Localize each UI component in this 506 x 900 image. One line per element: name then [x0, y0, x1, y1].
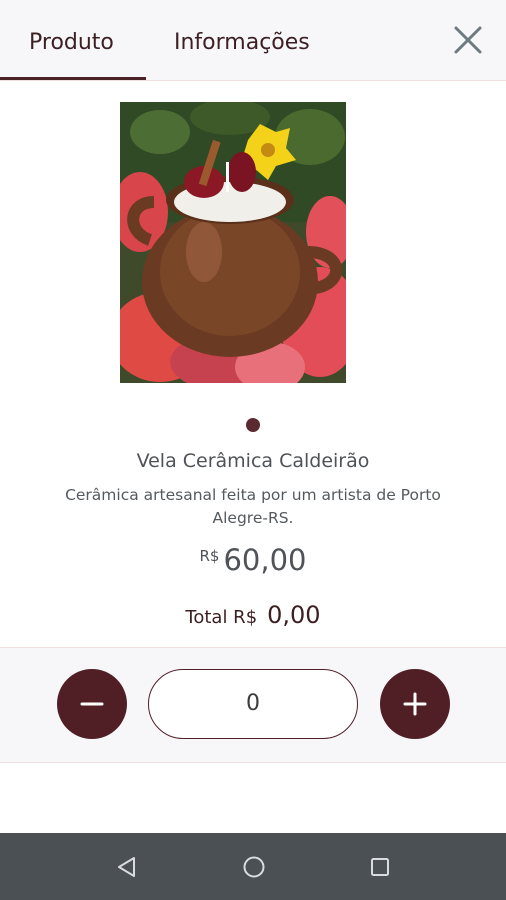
- back-triangle-icon: [118, 857, 135, 877]
- total-price: Total R$ 0,00: [0, 601, 506, 629]
- header: Produto Informações: [0, 0, 506, 81]
- product-name: Vela Cerâmica Caldeirão: [136, 450, 370, 472]
- active-tab-indicator: [0, 77, 146, 80]
- increase-quantity-button[interactable]: [380, 669, 450, 739]
- product-description: Cerâmica artesanal feita por um artista …: [65, 486, 441, 527]
- price-currency: R$: [199, 547, 220, 565]
- system-navigation-bar: [0, 833, 506, 900]
- total-label: Total R$: [185, 607, 258, 628]
- recents-button[interactable]: [367, 854, 393, 880]
- product-price: R$ 60,00: [0, 543, 506, 577]
- tab-produto[interactable]: Produto: [29, 30, 114, 55]
- decrease-quantity-button[interactable]: [57, 669, 127, 739]
- tab-informacoes[interactable]: Informações: [174, 30, 310, 55]
- plus-icon: [403, 692, 427, 716]
- carousel-indicator-dot[interactable]: [246, 418, 260, 432]
- product-image[interactable]: [120, 102, 346, 383]
- home-button[interactable]: [241, 854, 267, 880]
- total-value: 0,00: [267, 601, 321, 629]
- quantity-panel: 0: [0, 647, 506, 763]
- close-icon: [454, 26, 482, 54]
- price-value: 60,00: [223, 543, 307, 577]
- home-circle-icon: [243, 856, 265, 878]
- minus-icon: [80, 702, 104, 706]
- close-button[interactable]: [448, 20, 488, 60]
- quantity-display[interactable]: 0: [148, 669, 358, 739]
- back-button[interactable]: [114, 854, 140, 880]
- recents-square-icon: [371, 858, 389, 876]
